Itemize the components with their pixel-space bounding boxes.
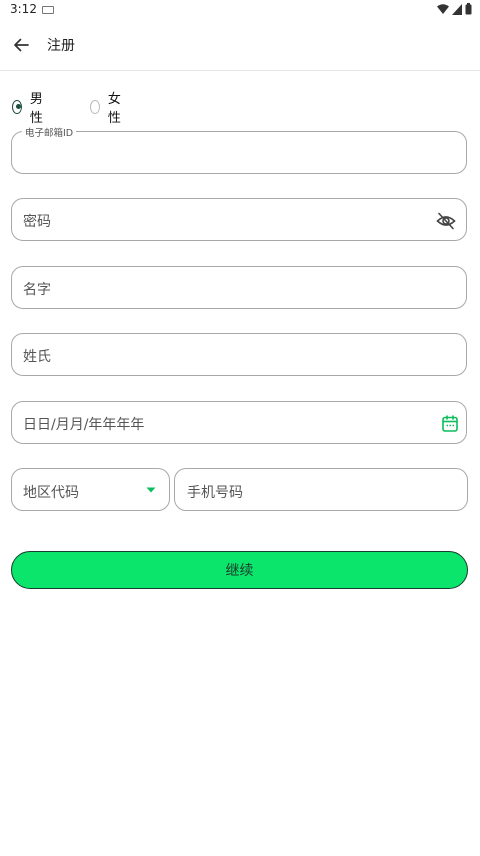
register-screen: 3:12 注册 男性 女性 电子邮箱ID 密码 名字 姓氏 日日/月月/年年年年… [0, 0, 480, 856]
calendar-icon[interactable] [440, 413, 460, 433]
dropdown-arrow-icon[interactable] [144, 485, 158, 495]
last-name-field[interactable] [11, 333, 467, 376]
signal-icon [452, 3, 462, 15]
page-title: 注册 [47, 38, 75, 54]
phone-number-placeholder: 手机号码 [187, 485, 243, 501]
password-placeholder: 密码 [23, 214, 51, 230]
radio-unchecked-icon [90, 100, 100, 114]
status-icons [437, 3, 472, 15]
wifi-icon [437, 3, 449, 14]
dob-placeholder: 日日/月月/年年年年 [23, 417, 145, 433]
continue-button[interactable]: 继续 [11, 551, 468, 589]
email-field-label: 电子邮箱ID [22, 125, 77, 139]
battery-icon [465, 3, 472, 15]
radio-checked-icon [12, 100, 22, 114]
arrow-back-icon [14, 38, 29, 52]
gender-male-label: 男性 [29, 92, 43, 126]
first-name-field[interactable] [11, 266, 467, 309]
continue-button-label: 继续 [225, 563, 254, 579]
gender-female-radio[interactable]: 女性 [90, 88, 125, 126]
last-name-placeholder: 姓氏 [23, 349, 51, 365]
status-bar: 3:12 [0, 0, 480, 20]
region-code-placeholder: 地区代码 [23, 485, 79, 501]
first-name-placeholder: 名字 [23, 282, 51, 298]
back-button[interactable] [8, 32, 34, 58]
gender-male-radio[interactable]: 男性 [12, 88, 47, 126]
keyboard-icon [42, 6, 54, 14]
password-field[interactable] [11, 198, 467, 241]
email-field[interactable] [11, 131, 467, 174]
gender-female-label: 女性 [107, 92, 121, 126]
app-bar: 注册 [0, 20, 480, 71]
status-time: 3:12 [10, 2, 37, 16]
visibility-off-icon[interactable] [434, 209, 458, 233]
